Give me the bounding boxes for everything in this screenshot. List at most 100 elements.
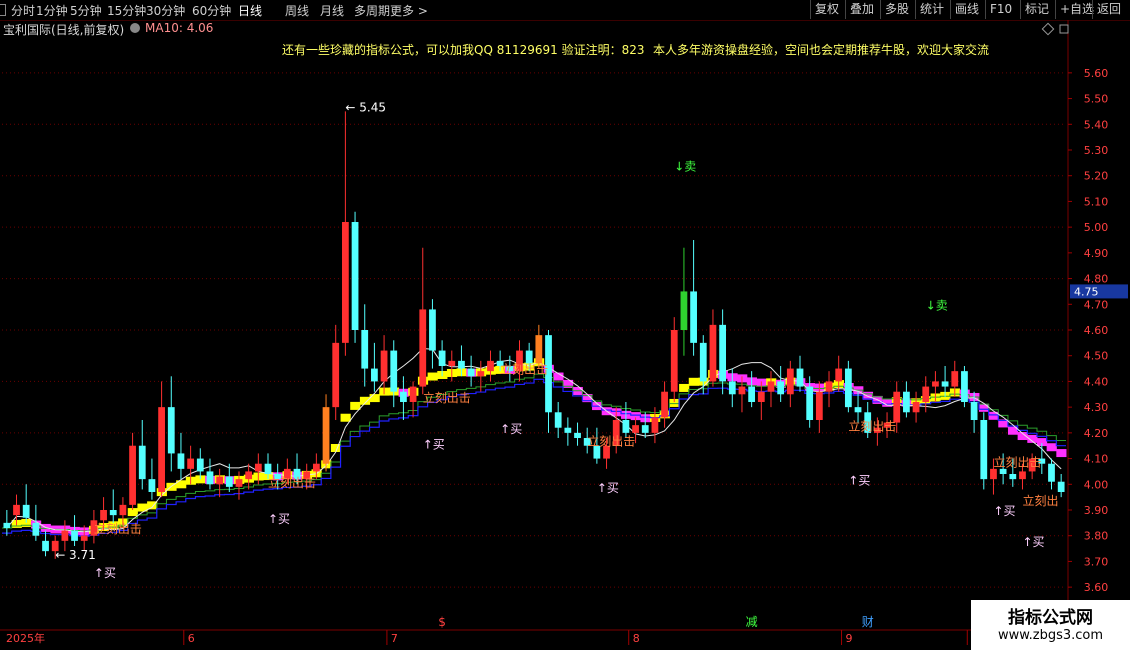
candle-body[interactable] bbox=[990, 468, 997, 480]
candle-body[interactable] bbox=[235, 479, 243, 487]
candle-body[interactable] bbox=[1057, 481, 1065, 492]
candle-body[interactable] bbox=[564, 427, 572, 433]
candle-body[interactable] bbox=[661, 391, 668, 418]
candle-body[interactable] bbox=[525, 350, 533, 364]
candle-body[interactable] bbox=[216, 476, 224, 485]
chart-annotation: ↓卖 bbox=[926, 298, 948, 312]
candle-body[interactable] bbox=[903, 391, 910, 413]
candle-body[interactable] bbox=[448, 360, 456, 366]
candle-body[interactable] bbox=[32, 522, 40, 536]
candle-body[interactable] bbox=[574, 432, 581, 438]
candle-body[interactable] bbox=[351, 222, 359, 330]
candle-body[interactable] bbox=[129, 445, 136, 505]
diamond-icon[interactable] bbox=[1041, 22, 1055, 36]
candle-body[interactable] bbox=[187, 458, 195, 469]
candle-body[interactable] bbox=[825, 381, 833, 392]
candle-body[interactable] bbox=[254, 463, 262, 472]
candle-body[interactable] bbox=[922, 386, 930, 402]
candle-body[interactable] bbox=[148, 479, 156, 492]
candle-body[interactable] bbox=[332, 342, 340, 408]
candle-body[interactable] bbox=[970, 402, 978, 420]
candle-body[interactable] bbox=[535, 335, 543, 364]
candle-body[interactable] bbox=[632, 425, 639, 433]
candle-body[interactable] bbox=[361, 330, 369, 369]
candle-body[interactable] bbox=[487, 360, 494, 372]
candle-body[interactable] bbox=[670, 330, 678, 392]
candle-body[interactable] bbox=[641, 425, 649, 433]
candle-body[interactable] bbox=[322, 407, 330, 464]
candle-body[interactable] bbox=[196, 458, 204, 472]
candle-body[interactable] bbox=[400, 391, 407, 402]
candle-body[interactable] bbox=[312, 463, 320, 472]
candle-body[interactable] bbox=[941, 381, 949, 387]
candle-body[interactable] bbox=[380, 350, 388, 382]
candle-body[interactable] bbox=[119, 504, 127, 516]
candle-body[interactable] bbox=[438, 350, 446, 366]
candle-body[interactable] bbox=[786, 368, 794, 395]
candle-body[interactable] bbox=[980, 420, 988, 480]
candle-body[interactable] bbox=[3, 522, 11, 528]
candle-body[interactable] bbox=[622, 420, 630, 433]
candle-body[interactable] bbox=[61, 530, 69, 541]
candle-body[interactable] bbox=[409, 386, 417, 402]
candle-body[interactable] bbox=[699, 342, 707, 382]
candle-body[interactable] bbox=[932, 381, 939, 387]
candle-body[interactable] bbox=[951, 371, 959, 387]
candle-body[interactable] bbox=[719, 324, 727, 382]
candle-body[interactable] bbox=[341, 222, 349, 343]
candle-body[interactable] bbox=[767, 381, 775, 392]
candle-body[interactable] bbox=[100, 510, 107, 521]
candle-body[interactable] bbox=[680, 291, 688, 330]
square-icon[interactable] bbox=[1059, 24, 1069, 34]
candle-body[interactable] bbox=[13, 504, 20, 516]
candle-body[interactable] bbox=[22, 504, 30, 518]
candle-body[interactable] bbox=[177, 453, 185, 469]
candle-body[interactable] bbox=[651, 417, 659, 433]
candle-body[interactable] bbox=[419, 309, 427, 387]
candle-body[interactable] bbox=[893, 391, 901, 423]
candle-body[interactable] bbox=[806, 386, 814, 420]
price-label: 4.40 bbox=[1084, 375, 1109, 388]
candle-body[interactable] bbox=[796, 368, 804, 387]
candle-body[interactable] bbox=[844, 368, 852, 408]
candle-body[interactable] bbox=[477, 371, 485, 377]
candle-body[interactable] bbox=[728, 381, 736, 395]
candle-body[interactable] bbox=[815, 391, 823, 420]
candle-body[interactable] bbox=[999, 468, 1007, 474]
candle-body[interactable] bbox=[167, 407, 175, 454]
candle-body[interactable] bbox=[757, 391, 765, 402]
candle-body[interactable] bbox=[961, 371, 968, 402]
candle-body[interactable] bbox=[709, 324, 717, 382]
candle-body[interactable] bbox=[158, 407, 165, 492]
candle-body[interactable] bbox=[1019, 471, 1026, 480]
candle-body[interactable] bbox=[835, 368, 843, 382]
candle-body[interactable] bbox=[748, 386, 756, 402]
candle-body[interactable] bbox=[138, 445, 146, 480]
kline-chart[interactable]: ← 5.45← 3.71↓卖↓卖↑买↑买↑买↑买↑买↑买↑买↑买立刻出击立刻出击… bbox=[0, 0, 1130, 650]
candle-body[interactable] bbox=[690, 291, 697, 343]
candle-body[interactable] bbox=[109, 510, 117, 516]
candle-body[interactable] bbox=[225, 476, 233, 487]
candle-body[interactable] bbox=[390, 350, 398, 392]
candle-body[interactable] bbox=[1009, 474, 1017, 480]
candle-body[interactable] bbox=[71, 530, 78, 541]
chart-annotation: 立刻出击 bbox=[423, 390, 471, 405]
candle-body[interactable] bbox=[245, 471, 253, 480]
candle-body[interactable] bbox=[777, 381, 785, 395]
candle-body[interactable] bbox=[80, 535, 88, 541]
candle-body[interactable] bbox=[371, 368, 378, 382]
candle-body[interactable] bbox=[264, 463, 272, 474]
candle-body[interactable] bbox=[206, 471, 214, 485]
candle-body[interactable] bbox=[42, 540, 49, 552]
candle-body[interactable] bbox=[738, 386, 746, 395]
chart-annotation: ↑买 bbox=[94, 566, 116, 580]
candle-body[interactable] bbox=[554, 412, 562, 428]
candle-body[interactable] bbox=[429, 309, 436, 351]
candle-body[interactable] bbox=[912, 402, 920, 413]
event-marker: 减 bbox=[746, 615, 758, 629]
candle-body[interactable] bbox=[854, 407, 862, 413]
candle-body[interactable] bbox=[1048, 463, 1055, 482]
candle-body[interactable] bbox=[458, 360, 465, 369]
candle-body[interactable] bbox=[467, 368, 475, 377]
date-label: 8 bbox=[633, 632, 640, 645]
